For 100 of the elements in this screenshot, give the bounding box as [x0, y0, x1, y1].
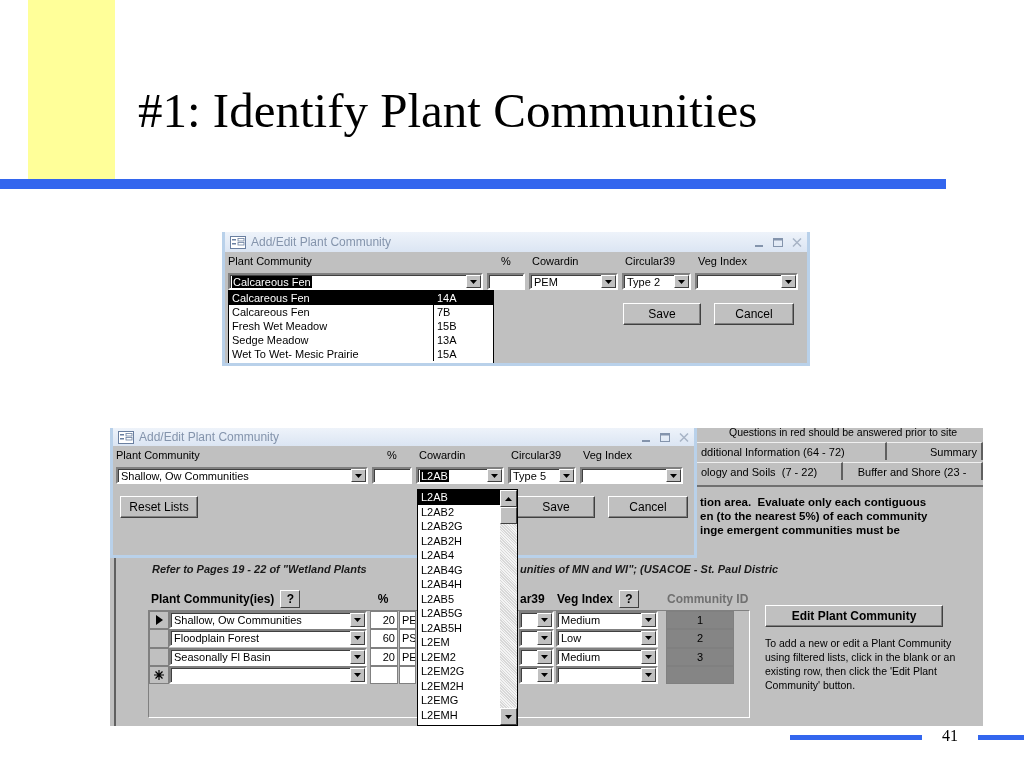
column-header: Plant Community(ies): [151, 592, 275, 606]
field-label: Circular39: [510, 449, 562, 461]
caret-icon: [354, 618, 361, 622]
caret-icon: [354, 636, 361, 641]
combo-box[interactable]: Shallow, Ow Communities: [116, 467, 368, 484]
notice-text: Questions in red should be answered prior to site: [728, 428, 959, 440]
combo-box[interactable]: Shallow, Ow Communities: [169, 611, 367, 629]
slide-title: #1: Identify Plant Communities: [138, 84, 758, 138]
tab[interactable]: ology and Soils (7 - 22): [697, 462, 843, 480]
field-label: Veg Index: [582, 449, 632, 461]
table-cell: 20: [370, 611, 398, 630]
combo-box[interactable]: [695, 273, 798, 290]
tab[interactable]: dditional Information (64 - 72): [697, 442, 887, 460]
combo-box[interactable]: Low: [556, 629, 658, 648]
combo-box[interactable]: [519, 611, 554, 629]
list-option[interactable]: Calcareous Fen 14A: [229, 291, 493, 305]
instruction-text: en (to the nearest 5%) of each community: [700, 509, 929, 523]
reset-button[interactable]: Reset Lists: [120, 496, 198, 518]
dropdown-button[interactable]: [641, 649, 656, 664]
dropdown-button[interactable]: [781, 275, 796, 288]
combo-box[interactable]: Medium: [556, 611, 658, 629]
dropdown-button[interactable]: [674, 275, 689, 288]
dropdown-button[interactable]: [537, 667, 552, 682]
text-field[interactable]: [487, 273, 525, 290]
dialog-button[interactable]: Save: [623, 303, 701, 325]
dropdown-button[interactable]: [350, 667, 365, 682]
dropdown-button[interactable]: [350, 649, 365, 664]
caret-icon: [670, 473, 677, 478]
combo-box[interactable]: Seasonally Fl Basin: [169, 647, 367, 666]
combo-box[interactable]: [519, 647, 554, 666]
combo-box[interactable]: Type 2: [622, 273, 691, 290]
caret-icon: [645, 654, 652, 659]
tab[interactable]: Buffer and Shore (23 -: [843, 462, 983, 480]
form-icon: [118, 430, 134, 444]
table-cell: 60: [370, 629, 398, 648]
field-label: %: [501, 255, 511, 267]
caret-icon: [678, 279, 685, 284]
dropdown-button[interactable]: [641, 667, 656, 682]
dropdown-button[interactable]: [537, 649, 552, 664]
dropdown-button[interactable]: [601, 275, 616, 288]
tab[interactable]: Summary: [887, 442, 983, 460]
reference-text: unities of MN and WI"; (USACOE - St. Paul Distric: [520, 562, 780, 576]
caret-icon: [505, 714, 512, 719]
scroll-up-button[interactable]: [500, 490, 517, 507]
scroll-down-button[interactable]: [500, 708, 517, 725]
edit-button[interactable]: Edit Plant Community: [765, 605, 943, 627]
reference-text: Refer to Pages 19 - 22 of "Wetland Plants: [152, 562, 368, 576]
dropdown-button[interactable]: [559, 469, 574, 482]
caret-icon: [541, 636, 548, 641]
help-button[interactable]: ?: [280, 590, 301, 608]
dropdown-button[interactable]: [351, 469, 366, 482]
combo-box[interactable]: L2AB: [416, 467, 504, 484]
list-option[interactable]: L2AB: [418, 490, 500, 505]
combo-box[interactable]: Calcareous Fen: [228, 273, 483, 290]
field-label: %: [387, 449, 397, 461]
dialog-button[interactable]: Save: [517, 496, 595, 518]
combo-box[interactable]: [580, 467, 683, 484]
dialog-button[interactable]: Cancel: [608, 496, 688, 518]
window-title: Add/Edit Plant Community: [251, 235, 392, 249]
caret-icon: [785, 279, 792, 284]
dropdown-button[interactable]: [487, 469, 502, 482]
instruction-text: inge emergent communities must be: [700, 523, 901, 537]
scroll-thumb[interactable]: [500, 507, 517, 524]
scrollbar[interactable]: [500, 490, 517, 725]
combo-box[interactable]: [519, 629, 554, 648]
combo-box[interactable]: PEM: [529, 273, 618, 290]
dropdown-button[interactable]: [641, 631, 656, 646]
dropdown-button[interactable]: [641, 613, 656, 627]
maximize-icon[interactable]: [773, 237, 783, 247]
combo-box[interactable]: Medium: [556, 647, 658, 666]
field-label: Plant Community: [228, 255, 312, 267]
combo-box[interactable]: Type 5: [508, 467, 576, 484]
field-label: Cowardin: [418, 449, 466, 461]
form-icon: [230, 235, 246, 249]
help-button[interactable]: ?: [619, 590, 640, 608]
caret-icon: [541, 654, 548, 659]
field-label: Cowardin: [531, 255, 579, 267]
table-cell: 2: [666, 629, 734, 648]
window-title: Add/Edit Plant Community: [139, 430, 280, 444]
caret-icon: [355, 473, 362, 478]
caret-icon: [505, 496, 512, 501]
field-label: Plant Community: [116, 449, 200, 461]
row-selector[interactable]: [149, 611, 169, 630]
dropdown-button[interactable]: [350, 631, 365, 646]
caret-icon: [491, 473, 498, 478]
dropdown-button[interactable]: [537, 613, 552, 627]
text-field[interactable]: [372, 467, 412, 484]
combo-box[interactable]: Floodplain Forest: [169, 629, 367, 648]
dropdown-button[interactable]: [466, 275, 481, 288]
caret-icon: [354, 672, 361, 677]
caret-icon: [470, 279, 477, 284]
dropdown-button[interactable]: [537, 631, 552, 646]
maximize-icon[interactable]: [660, 432, 670, 442]
help-text: To add a new or edit a Plant Community using filtered lists, click in the blank or an existing row, then click the 'Edit Plant Community' button.: [765, 636, 957, 692]
column-header: %: [377, 592, 389, 606]
dropdown-button[interactable]: [350, 613, 365, 627]
asterisk-icon: [154, 670, 164, 681]
row-pointer-icon: [155, 615, 163, 626]
dialog-button[interactable]: Cancel: [714, 303, 794, 325]
dropdown-button[interactable]: [666, 469, 681, 482]
